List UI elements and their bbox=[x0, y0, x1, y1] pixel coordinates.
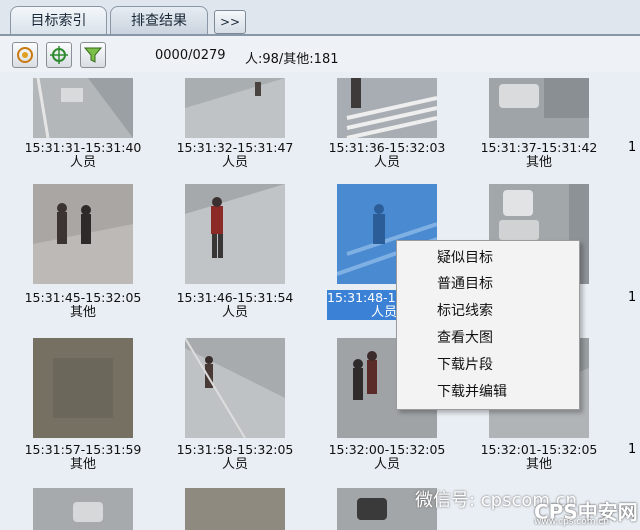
item-kind: 其他 bbox=[525, 155, 552, 170]
item-kind: 其他 bbox=[525, 457, 552, 472]
thumbnail-3[interactable] bbox=[337, 78, 437, 138]
item-kind: 其他 bbox=[69, 457, 96, 472]
crosshair-icon bbox=[50, 46, 68, 64]
item-time: 15:31:58-15:32:05 bbox=[176, 442, 294, 457]
menu-item-normal-target[interactable]: 普通目标 bbox=[437, 271, 493, 297]
thumbnail-10[interactable] bbox=[185, 338, 285, 438]
item-kind: 人员 bbox=[221, 155, 248, 170]
crosshair-button[interactable] bbox=[46, 42, 72, 68]
item-kind: 人员 bbox=[221, 457, 248, 472]
tab-target-index[interactable]: 目标索引 bbox=[10, 6, 107, 35]
tab-more-button[interactable]: >> bbox=[214, 10, 246, 34]
target-icon bbox=[17, 47, 33, 63]
result-counter: 0000/0279 bbox=[155, 48, 226, 63]
item-kind: 人员 bbox=[69, 155, 96, 170]
edge-text: 1 bbox=[628, 442, 637, 457]
item-time: 15:31:31-15:31:40 bbox=[24, 140, 142, 155]
item-time: 15:31:48-1 bbox=[327, 290, 397, 305]
menu-item-suspect-target[interactable]: 疑似目标 bbox=[437, 245, 493, 271]
item-kind: 其他 bbox=[69, 305, 96, 320]
menu-item-mark-clue[interactable]: 标记线索 bbox=[437, 298, 493, 324]
toolbar: 0000/0279 人:98/其他:181 bbox=[0, 36, 640, 72]
site-url: www.cps.com.cn bbox=[534, 517, 610, 527]
item-kind: 人员 bbox=[327, 305, 397, 320]
thumbnail-14[interactable] bbox=[185, 488, 285, 530]
thumbnail-9[interactable] bbox=[33, 338, 133, 438]
item-time: 15:31:32-15:31:47 bbox=[176, 140, 294, 155]
item-time: 15:31:36-15:32:03 bbox=[328, 140, 446, 155]
item-time: 15:32:01-15:32:05 bbox=[480, 442, 598, 457]
filter-icon bbox=[84, 47, 102, 63]
item-kind: 人员 bbox=[373, 457, 400, 472]
menu-item-download-clip[interactable]: 下载片段 bbox=[437, 352, 493, 378]
tab-search-results[interactable]: 排查结果 bbox=[110, 6, 208, 35]
menu-item-view-large[interactable]: 查看大图 bbox=[437, 325, 493, 351]
item-kind: 人员 bbox=[221, 305, 248, 320]
target-button[interactable] bbox=[12, 42, 38, 68]
filter-button[interactable] bbox=[80, 42, 106, 68]
item-time: 15:31:46-15:31:54 bbox=[176, 290, 294, 305]
item-time: 15:31:57-15:31:59 bbox=[24, 442, 142, 457]
context-menu: 疑似目标 普通目标 标记线索 查看大图 下载片段 下载并编辑 bbox=[396, 240, 580, 410]
edge-text: 1 bbox=[628, 290, 637, 305]
category-stats: 人:98/其他:181 bbox=[245, 52, 339, 67]
item-time: 15:32:00-15:32:05 bbox=[328, 442, 446, 457]
item-time: 15:31:45-15:32:05 bbox=[24, 290, 142, 305]
menu-item-download-edit[interactable]: 下载并编辑 bbox=[437, 379, 507, 405]
thumbnail-6[interactable] bbox=[185, 184, 285, 284]
edge-text: 1 bbox=[628, 140, 637, 155]
thumbnail-5[interactable] bbox=[33, 184, 133, 284]
thumbnail-1[interactable] bbox=[33, 78, 133, 138]
tab-bar: 目标索引 排查结果 >> bbox=[0, 0, 640, 36]
item-kind: 人员 bbox=[373, 155, 400, 170]
thumbnail-2[interactable] bbox=[185, 78, 285, 138]
thumbnail-4[interactable] bbox=[489, 78, 589, 138]
thumbnail-13[interactable] bbox=[33, 488, 133, 530]
item-time: 15:31:37-15:31:42 bbox=[480, 140, 598, 155]
